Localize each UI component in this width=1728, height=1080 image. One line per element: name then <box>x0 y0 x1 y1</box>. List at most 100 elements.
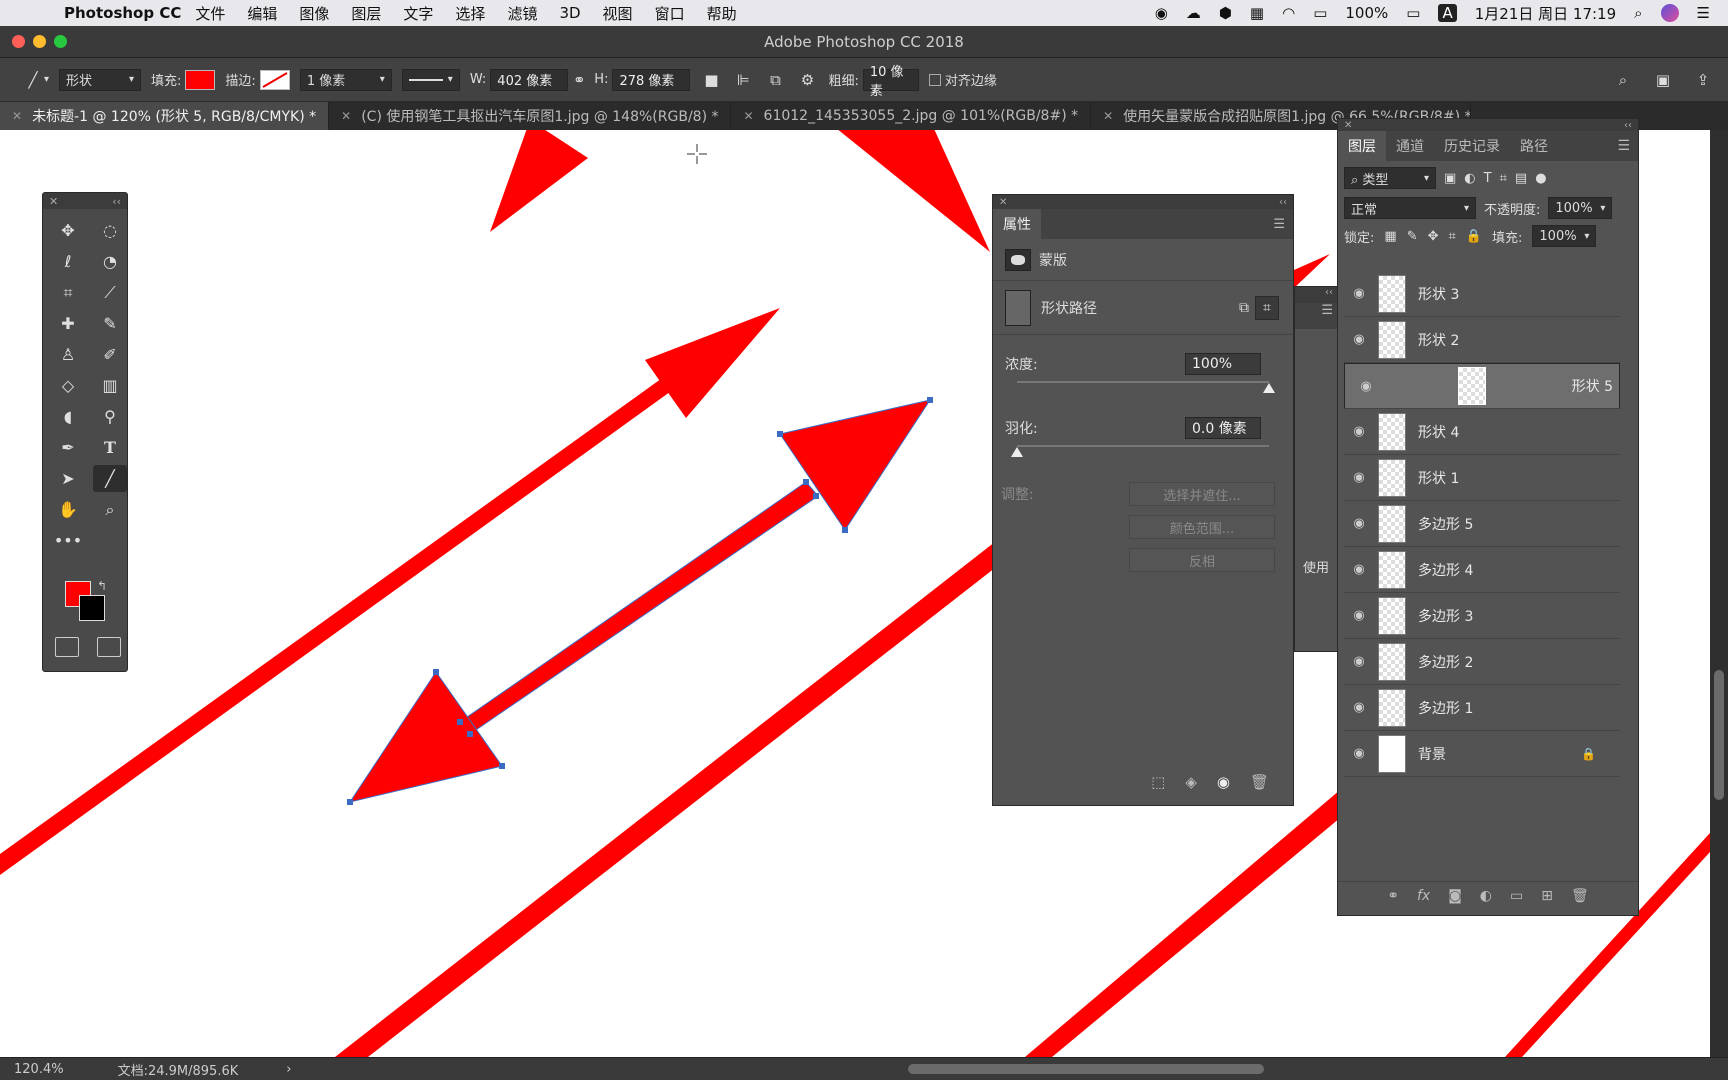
layer-row[interactable]: ◉ 多边形 3 <box>1344 593 1620 639</box>
line-tool-icon[interactable]: ╱ <box>93 465 127 492</box>
filter-toggle-icon[interactable]: ● <box>1535 171 1546 186</box>
lock-position-icon[interactable]: ✥ <box>1428 229 1439 244</box>
tool-mode-select[interactable]: 形状 ▾ <box>59 68 142 91</box>
menu-file[interactable]: 文件 <box>195 3 225 24</box>
close-icon[interactable]: ✕ <box>341 109 351 123</box>
input-method[interactable]: A <box>1438 4 1457 22</box>
clone-stamp-tool-icon[interactable]: ♙ <box>51 341 85 368</box>
density-slider[interactable] <box>1017 381 1275 393</box>
close-icon[interactable]: ✕ <box>1103 109 1113 123</box>
healing-brush-tool-icon[interactable]: ✚ <box>51 310 85 337</box>
filter-shape-icon[interactable]: ⌗ <box>1500 171 1507 186</box>
layer-name[interactable]: 多边形 2 <box>1418 652 1473 672</box>
menu-help[interactable]: 帮助 <box>707 3 737 24</box>
select-and-mask-button[interactable]: 选择并遮住... <box>1129 482 1275 506</box>
opacity-input[interactable]: 100% ▾ <box>1548 197 1613 219</box>
panel-menu-icon[interactable]: ☰ <box>1295 303 1337 329</box>
layer-style-icon[interactable]: fx <box>1417 888 1430 904</box>
hand-tool-icon[interactable]: ✋ <box>51 496 85 523</box>
layer-name[interactable]: 背景 <box>1418 744 1446 764</box>
density-slider-thumb[interactable] <box>1263 383 1275 393</box>
new-group-icon[interactable]: ▭ <box>1510 888 1523 904</box>
lock-all-icon[interactable]: 🔒 <box>1466 229 1482 244</box>
minimize-window-button[interactable] <box>33 35 46 48</box>
path-arrangement-icon[interactable]: ⧉ <box>764 69 786 91</box>
eye-icon[interactable]: ◉ <box>1344 700 1374 715</box>
quick-mask-icon[interactable] <box>55 637 79 657</box>
menu-window[interactable]: 窗口 <box>655 3 685 24</box>
properties-panel-header[interactable]: ✕ ‹‹ <box>993 195 1293 209</box>
spotlight-icon[interactable]: ⌕ <box>1634 4 1642 22</box>
eye-icon[interactable]: ◉ <box>1344 746 1374 761</box>
notification-center-icon[interactable]: ☰ <box>1697 4 1710 22</box>
pen-tool-icon[interactable]: ✒ <box>51 434 85 461</box>
eye-icon[interactable]: ◉ <box>1344 608 1374 623</box>
path-operations-icon[interactable]: ■ <box>700 69 722 91</box>
menu-image[interactable]: 图像 <box>299 3 329 24</box>
layer-row[interactable]: ◉ 形状 4 <box>1344 409 1620 455</box>
record-icon[interactable]: ◉ <box>1155 4 1168 22</box>
cloud-drive-icon[interactable]: ▦ <box>1250 4 1264 22</box>
filter-smart-object-icon[interactable]: ▤ <box>1515 171 1527 186</box>
menu-layer[interactable]: 图层 <box>351 3 381 24</box>
fill-color-swatch[interactable] <box>185 69 216 90</box>
siri-icon[interactable] <box>1660 4 1679 22</box>
close-icon[interactable]: ✕ <box>743 109 753 123</box>
fill-input[interactable]: 100% ▾ <box>1532 225 1597 247</box>
move-tool-icon[interactable]: ✥ <box>51 217 85 244</box>
filter-pixel-icon[interactable]: ▣ <box>1444 171 1456 186</box>
link-layers-icon[interactable]: ⚭ <box>1387 888 1399 904</box>
eye-icon[interactable]: ◉ <box>1344 562 1374 577</box>
height-input[interactable]: 278 像素 <box>612 68 691 91</box>
more-tools-icon[interactable]: ••• <box>51 527 85 554</box>
crop-tool-icon[interactable]: ⌗ <box>51 279 85 306</box>
color-range-button[interactable]: 颜色范围... <box>1129 515 1275 539</box>
trash-icon[interactable]: 🗑 <box>1250 773 1269 791</box>
panel-menu-icon[interactable]: ☰ <box>1273 217 1285 232</box>
lock-transparent-icon[interactable]: ▦ <box>1384 229 1396 244</box>
search-icon[interactable]: ⌕ <box>1612 69 1634 91</box>
eyedropper-tool-icon[interactable]: ⟋ <box>93 279 127 306</box>
clock[interactable]: 1月21日 周日 17:19 <box>1475 3 1616 24</box>
panel-menu-icon[interactable]: ☰ <box>1617 138 1630 154</box>
close-window-button[interactable] <box>12 35 25 48</box>
gradient-tool-icon[interactable]: ▥ <box>93 372 127 399</box>
tab-paths[interactable]: 路径 <box>1510 131 1558 161</box>
width-input[interactable]: 402 像素 <box>490 68 569 91</box>
add-mask-icon[interactable]: ◙ <box>1448 888 1462 904</box>
add-vector-mask-icon[interactable]: ⌗ <box>1255 295 1279 320</box>
invert-button[interactable]: 反相 <box>1129 548 1275 572</box>
layer-row[interactable]: ◉ 形状 1 <box>1344 455 1620 501</box>
load-selection-icon[interactable]: ⬚ <box>1151 773 1165 791</box>
tab-document-3[interactable]: ✕ 61012_145353055_2.jpg @ 101%(RGB/8#) * <box>731 102 1092 130</box>
layer-row[interactable]: ◉ 形状 2 <box>1344 317 1620 363</box>
creative-cloud-icon[interactable]: ☁ <box>1186 4 1201 22</box>
tool-preset-picker[interactable]: ╱ ▾ <box>22 69 49 91</box>
eye-icon[interactable]: ◉ <box>1344 286 1374 301</box>
stroke-type-select[interactable]: ▾ <box>401 68 460 91</box>
layer-row[interactable]: ◉ 多边形 4 <box>1344 547 1620 593</box>
add-pixel-mask-icon[interactable]: ⧉ <box>1239 300 1249 316</box>
eraser-tool-icon[interactable]: ◇ <box>51 372 85 399</box>
zoom-window-button[interactable] <box>54 35 67 48</box>
shape-long-arrow-head[interactable] <box>645 308 780 418</box>
tools-panel-header[interactable]: ✕ ‹‹ <box>43 193 127 209</box>
trash-icon[interactable]: 🗑 <box>1571 888 1589 904</box>
swap-colors-icon[interactable]: ↰ <box>97 579 107 593</box>
feather-input[interactable]: 0.0 像素 <box>1185 417 1261 439</box>
tab-history[interactable]: 历史记录 <box>1434 131 1510 161</box>
eye-icon[interactable]: ◉ <box>1344 424 1374 439</box>
path-selection-tool-icon[interactable]: ➤ <box>51 465 85 492</box>
vertical-scrollbar[interactable] <box>1710 130 1728 1057</box>
collapse-icon[interactable]: ‹‹ <box>1295 287 1337 303</box>
eye-icon[interactable]: ◉ <box>1344 332 1374 347</box>
tab-properties[interactable]: 属性 <box>993 209 1041 239</box>
weight-input[interactable]: 10 像素 <box>862 65 919 99</box>
tab-document-2[interactable]: ✕ (C) 使用钢笔工具抠出汽车原图1.jpg @ 148%(RGB/8) * <box>329 102 732 130</box>
history-brush-tool-icon[interactable]: ✐ <box>93 341 127 368</box>
adjustment-layer-icon[interactable]: ◐ <box>1480 888 1492 904</box>
shape-double-arrow-shaft[interactable] <box>459 481 819 735</box>
tab-channels[interactable]: 通道 <box>1386 131 1434 161</box>
zoom-level[interactable]: 120.4% <box>14 1062 64 1077</box>
filter-adjustment-icon[interactable]: ◐ <box>1464 171 1475 186</box>
